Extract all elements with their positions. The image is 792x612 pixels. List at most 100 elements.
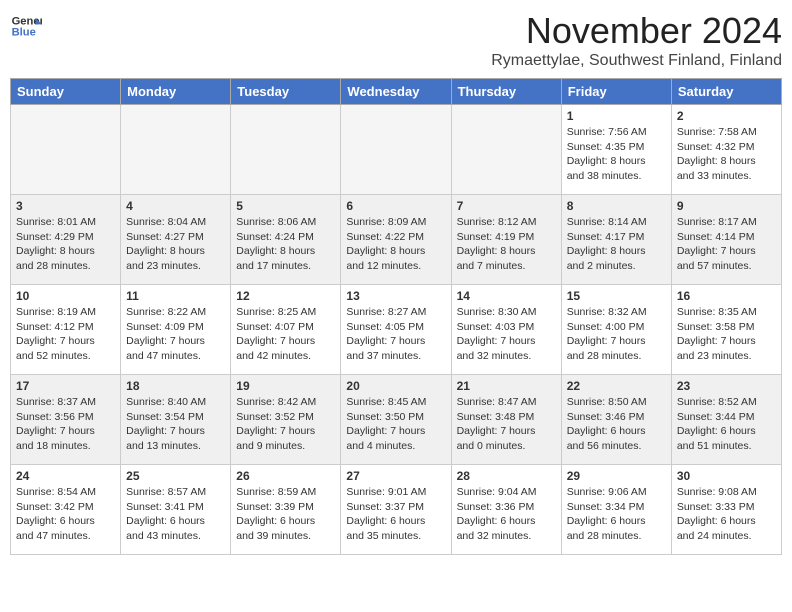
title-area: November 2024 Rymaettylae, Southwest Fin… bbox=[491, 10, 782, 70]
calendar-cell: 5 Sunrise: 8:06 AMSunset: 4:24 PMDaylight… bbox=[231, 195, 341, 285]
weekday-header-row: SundayMondayTuesdayWednesdayThursdayFrid… bbox=[11, 79, 782, 105]
day-number: 23 bbox=[677, 379, 776, 393]
calendar-cell: 14 Sunrise: 8:30 AMSunset: 4:03 PMDayligh… bbox=[451, 285, 561, 375]
header: General Blue November 2024 Rymaettylae, … bbox=[10, 10, 782, 70]
day-number: 15 bbox=[567, 289, 666, 303]
day-number: 7 bbox=[457, 199, 556, 213]
day-number: 13 bbox=[346, 289, 445, 303]
day-number: 27 bbox=[346, 469, 445, 483]
calendar-week-4: 17Sunrise: 8:37 AMSunset: 3:56 PMDayligh… bbox=[11, 375, 782, 465]
calendar-cell bbox=[451, 105, 561, 195]
day-info: Sunrise: 8:04 AMSunset: 4:27 PMDaylight:… bbox=[126, 215, 225, 274]
weekday-header-sunday: Sunday bbox=[11, 79, 121, 105]
calendar-cell: 12 Sunrise: 8:25 AMSunset: 4:07 PMDayligh… bbox=[231, 285, 341, 375]
calendar-cell: 15Sunrise: 8:32 AMSunset: 4:00 PMDayligh… bbox=[561, 285, 671, 375]
svg-text:Blue: Blue bbox=[12, 27, 36, 39]
day-number: 21 bbox=[457, 379, 556, 393]
day-info: Sunrise: 9:08 AMSunset: 3:33 PMDaylight:… bbox=[677, 485, 776, 544]
day-info: Sunrise: 8:22 AMSunset: 4:09 PMDaylight:… bbox=[126, 305, 225, 364]
calendar-cell bbox=[341, 105, 451, 195]
calendar-week-5: 24 Sunrise: 8:54 AMSunset: 3:42 PMDayligh… bbox=[11, 465, 782, 555]
weekday-header-saturday: Saturday bbox=[671, 79, 781, 105]
day-info: Sunrise: 8:25 AMSunset: 4:07 PMDaylight:… bbox=[236, 305, 335, 364]
day-number: 16 bbox=[677, 289, 776, 303]
calendar-week-2: 3 Sunrise: 8:01 AMSunset: 4:29 PMDaylight… bbox=[11, 195, 782, 285]
calendar-cell: 18Sunrise: 8:40 AMSunset: 3:54 PMDayligh… bbox=[121, 375, 231, 465]
day-number: 20 bbox=[346, 379, 445, 393]
weekday-header-friday: Friday bbox=[561, 79, 671, 105]
calendar-cell: 9 Sunrise: 8:17 AMSunset: 4:14 PMDaylight… bbox=[671, 195, 781, 285]
day-info: Sunrise: 8:19 AMSunset: 4:12 PMDaylight:… bbox=[16, 305, 115, 364]
weekday-header-tuesday: Tuesday bbox=[231, 79, 341, 105]
day-number: 8 bbox=[567, 199, 666, 213]
calendar-cell bbox=[121, 105, 231, 195]
day-info: Sunrise: 9:04 AMSunset: 3:36 PMDaylight:… bbox=[457, 485, 556, 544]
day-info: Sunrise: 8:59 AMSunset: 3:39 PMDaylight:… bbox=[236, 485, 335, 544]
day-info: Sunrise: 8:54 AMSunset: 3:42 PMDaylight:… bbox=[16, 485, 115, 544]
calendar-cell: 27 Sunrise: 9:01 AMSunset: 3:37 PMDayligh… bbox=[341, 465, 451, 555]
day-number: 2 bbox=[677, 109, 776, 123]
day-number: 1 bbox=[567, 109, 666, 123]
day-info: Sunrise: 8:27 AMSunset: 4:05 PMDaylight:… bbox=[346, 305, 445, 364]
day-number: 6 bbox=[346, 199, 445, 213]
day-info: Sunrise: 8:01 AMSunset: 4:29 PMDaylight:… bbox=[16, 215, 115, 274]
day-number: 30 bbox=[677, 469, 776, 483]
day-info: Sunrise: 8:12 AMSunset: 4:19 PMDaylight:… bbox=[457, 215, 556, 274]
calendar-cell: 13 Sunrise: 8:27 AMSunset: 4:05 PMDayligh… bbox=[341, 285, 451, 375]
day-number: 26 bbox=[236, 469, 335, 483]
day-info: Sunrise: 9:01 AMSunset: 3:37 PMDaylight:… bbox=[346, 485, 445, 544]
day-number: 14 bbox=[457, 289, 556, 303]
day-number: 5 bbox=[236, 199, 335, 213]
calendar-cell: 10 Sunrise: 8:19 AMSunset: 4:12 PMDayligh… bbox=[11, 285, 121, 375]
calendar-cell: 1Sunrise: 7:56 AMSunset: 4:35 PMDaylight… bbox=[561, 105, 671, 195]
day-info: Sunrise: 8:45 AMSunset: 3:50 PMDaylight:… bbox=[346, 395, 445, 454]
day-number: 28 bbox=[457, 469, 556, 483]
calendar-cell: 23 Sunrise: 8:52 AMSunset: 3:44 PMDayligh… bbox=[671, 375, 781, 465]
day-number: 10 bbox=[16, 289, 115, 303]
day-number: 17 bbox=[16, 379, 115, 393]
calendar-cell: 6 Sunrise: 8:09 AMSunset: 4:22 PMDaylight… bbox=[341, 195, 451, 285]
location-title: Rymaettylae, Southwest Finland, Finland bbox=[491, 52, 782, 70]
day-info: Sunrise: 8:17 AMSunset: 4:14 PMDaylight:… bbox=[677, 215, 776, 274]
day-number: 9 bbox=[677, 199, 776, 213]
day-number: 19 bbox=[236, 379, 335, 393]
calendar-cell bbox=[231, 105, 341, 195]
calendar-cell: 16 Sunrise: 8:35 AMSunset: 3:58 PMDayligh… bbox=[671, 285, 781, 375]
calendar-cell bbox=[11, 105, 121, 195]
day-info: Sunrise: 8:40 AMSunset: 3:54 PMDaylight:… bbox=[126, 395, 225, 454]
calendar-cell: 30 Sunrise: 9:08 AMSunset: 3:33 PMDayligh… bbox=[671, 465, 781, 555]
calendar-cell: 19 Sunrise: 8:42 AMSunset: 3:52 PMDayligh… bbox=[231, 375, 341, 465]
calendar-cell: 3 Sunrise: 8:01 AMSunset: 4:29 PMDaylight… bbox=[11, 195, 121, 285]
day-info: Sunrise: 7:58 AMSunset: 4:32 PMDaylight:… bbox=[677, 125, 776, 184]
day-info: Sunrise: 8:30 AMSunset: 4:03 PMDaylight:… bbox=[457, 305, 556, 364]
calendar: SundayMondayTuesdayWednesdayThursdayFrid… bbox=[10, 78, 782, 555]
day-info: Sunrise: 8:14 AMSunset: 4:17 PMDaylight:… bbox=[567, 215, 666, 274]
day-number: 12 bbox=[236, 289, 335, 303]
day-number: 24 bbox=[16, 469, 115, 483]
weekday-header-thursday: Thursday bbox=[451, 79, 561, 105]
day-info: Sunrise: 8:52 AMSunset: 3:44 PMDaylight:… bbox=[677, 395, 776, 454]
calendar-cell: 25 Sunrise: 8:57 AMSunset: 3:41 PMDayligh… bbox=[121, 465, 231, 555]
day-number: 3 bbox=[16, 199, 115, 213]
day-number: 4 bbox=[126, 199, 225, 213]
day-info: Sunrise: 8:57 AMSunset: 3:41 PMDaylight:… bbox=[126, 485, 225, 544]
calendar-week-3: 10 Sunrise: 8:19 AMSunset: 4:12 PMDayligh… bbox=[11, 285, 782, 375]
calendar-cell: 11 Sunrise: 8:22 AMSunset: 4:09 PMDayligh… bbox=[121, 285, 231, 375]
calendar-cell: 28 Sunrise: 9:04 AMSunset: 3:36 PMDayligh… bbox=[451, 465, 561, 555]
day-info: Sunrise: 8:35 AMSunset: 3:58 PMDaylight:… bbox=[677, 305, 776, 364]
calendar-cell: 8 Sunrise: 8:14 AMSunset: 4:17 PMDaylight… bbox=[561, 195, 671, 285]
calendar-cell: 21Sunrise: 8:47 AMSunset: 3:48 PMDayligh… bbox=[451, 375, 561, 465]
calendar-cell: 29 Sunrise: 9:06 AMSunset: 3:34 PMDayligh… bbox=[561, 465, 671, 555]
day-number: 29 bbox=[567, 469, 666, 483]
day-info: Sunrise: 8:42 AMSunset: 3:52 PMDaylight:… bbox=[236, 395, 335, 454]
day-info: Sunrise: 8:06 AMSunset: 4:24 PMDaylight:… bbox=[236, 215, 335, 274]
day-number: 11 bbox=[126, 289, 225, 303]
calendar-cell: 4 Sunrise: 8:04 AMSunset: 4:27 PMDaylight… bbox=[121, 195, 231, 285]
logo: General Blue bbox=[10, 10, 42, 42]
day-number: 22 bbox=[567, 379, 666, 393]
day-info: Sunrise: 9:06 AMSunset: 3:34 PMDaylight:… bbox=[567, 485, 666, 544]
day-info: Sunrise: 8:09 AMSunset: 4:22 PMDaylight:… bbox=[346, 215, 445, 274]
month-title: November 2024 bbox=[491, 10, 782, 52]
day-number: 25 bbox=[126, 469, 225, 483]
calendar-week-1: 1Sunrise: 7:56 AMSunset: 4:35 PMDaylight… bbox=[11, 105, 782, 195]
